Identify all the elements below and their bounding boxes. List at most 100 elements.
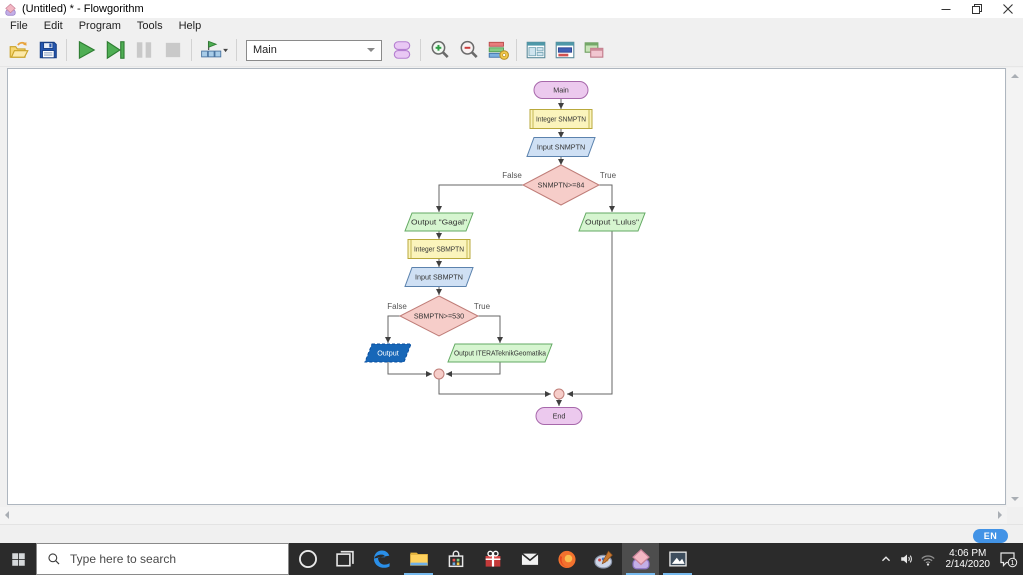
network-wifi-icon[interactable]: [918, 543, 939, 575]
language-badge[interactable]: EN: [973, 529, 1008, 543]
flow-edge[interactable]: [439, 185, 523, 212]
stop-icon: [162, 39, 184, 61]
node-label: Output ITERATeknikGeomatika: [454, 349, 546, 358]
minimize-button[interactable]: [930, 0, 961, 18]
screen: (Untitled) * - Flowgorithm FileEditProgr…: [0, 0, 1023, 575]
branch-label: True: [600, 171, 617, 180]
vertical-scrollbar[interactable]: [1007, 68, 1023, 507]
menu-tools[interactable]: Tools: [129, 19, 171, 33]
branch-label: False: [387, 302, 407, 311]
add-function-button[interactable]: [387, 37, 416, 64]
scroll-down-icon[interactable]: [1011, 497, 1019, 501]
notification-center-icon[interactable]: 1: [997, 543, 1018, 575]
layout-chart-console-button[interactable]: [521, 37, 550, 64]
taskbar-photos[interactable]: [659, 543, 696, 575]
menu-edit[interactable]: Edit: [36, 19, 71, 33]
start-button[interactable]: [0, 543, 36, 575]
close-button[interactable]: [992, 0, 1023, 18]
taskbar-edge[interactable]: [363, 543, 400, 575]
volume-icon[interactable]: [897, 543, 918, 575]
window-title: (Untitled) * - Flowgorithm: [22, 3, 144, 15]
flow-edge[interactable]: [439, 379, 551, 394]
step-button[interactable]: [100, 37, 129, 64]
flow-node-input-snmptn[interactable]: Input SNMPTN: [527, 138, 595, 157]
clock-time: 4:06 PM: [946, 548, 991, 559]
save-icon: [37, 39, 59, 61]
taskbar-cortana[interactable]: [289, 543, 326, 575]
layout-console-button[interactable]: [550, 37, 579, 64]
menu-help[interactable]: Help: [171, 19, 210, 33]
flow-edge[interactable]: [477, 316, 500, 343]
menu-bar: FileEditProgramToolsHelp: [0, 18, 1023, 34]
flow-edge[interactable]: [567, 231, 612, 394]
node-label: Output "Gagal": [411, 218, 468, 227]
taskbar-store[interactable]: [437, 543, 474, 575]
node-label: End: [553, 412, 566, 421]
flow-node-output-lulus[interactable]: Output "Lulus": [579, 213, 645, 231]
store-icon: [445, 548, 467, 570]
flow-node-output-itera[interactable]: Output ITERATeknikGeomatika: [448, 344, 552, 362]
menu-program[interactable]: Program: [71, 19, 129, 33]
zoom-out-icon: [458, 39, 480, 61]
layout-windows-button[interactable]: [579, 37, 608, 64]
cortana-icon: [297, 548, 319, 570]
system-tray: 4:06 PM 2/14/2020 1: [876, 543, 1023, 575]
taskbar-file-explorer[interactable]: [400, 543, 437, 575]
zoom-out-button[interactable]: [454, 37, 483, 64]
flow-node-connector-1[interactable]: [434, 369, 444, 379]
toolbar-separator: [191, 39, 192, 61]
horizontal-scrollbar[interactable]: [0, 507, 1007, 524]
flow-edge[interactable]: [446, 362, 500, 374]
flow-node-connector-2[interactable]: [554, 389, 564, 399]
save-button[interactable]: [33, 37, 62, 64]
taskbar-search[interactable]: Type here to search: [36, 543, 289, 575]
windows-logo-icon: [11, 552, 26, 567]
zoom-in-icon: [429, 39, 451, 61]
menu-file[interactable]: File: [2, 19, 36, 33]
taskbar-paint[interactable]: [585, 543, 622, 575]
taskbar-gift[interactable]: [474, 543, 511, 575]
branch-label: False: [502, 171, 522, 180]
variable-watch-button[interactable]: [483, 37, 512, 64]
flow-node-main[interactable]: Main: [534, 82, 588, 99]
flow-edge[interactable]: [388, 316, 401, 343]
function-selector-value: Main: [253, 44, 277, 56]
node-label: Input SNMPTN: [537, 143, 585, 152]
stop-button: [158, 37, 187, 64]
scroll-right-icon[interactable]: [998, 511, 1002, 519]
layout-split-icon: [525, 39, 547, 61]
taskbar-icons: [289, 543, 696, 575]
window-controls: [930, 0, 1023, 18]
taskbar-task-view[interactable]: [326, 543, 363, 575]
flow-node-decision-snmptn[interactable]: SNMPTN>=84: [523, 165, 599, 205]
flow-node-declare-sbmptn[interactable]: Integer SBMPTN: [408, 240, 470, 259]
flow-node-output-gagal[interactable]: Output "Gagal": [405, 213, 473, 231]
flowchart-canvas[interactable]: FalseTrueFalseTrueMainInteger SNMPTNInpu…: [7, 68, 1006, 505]
clock[interactable]: 4:06 PM 2/14/2020: [939, 548, 998, 570]
search-icon: [47, 552, 61, 566]
flow-node-output-selected[interactable]: Output: [365, 344, 411, 362]
open-button[interactable]: [4, 37, 33, 64]
taskbar-mail[interactable]: [511, 543, 548, 575]
flow-node-decision-sbmptn[interactable]: SBMPTN>=530: [400, 296, 478, 336]
flow-node-declare-snmptn[interactable]: Integer SNMPTN: [530, 110, 592, 129]
flow-edge[interactable]: [388, 362, 432, 374]
tray-chevron-up-icon[interactable]: [876, 543, 897, 575]
function-selector[interactable]: Main: [246, 40, 382, 61]
toolbar: Main: [0, 34, 1023, 67]
file-explorer-icon: [408, 548, 430, 570]
edge-icon: [371, 548, 393, 570]
scroll-left-icon[interactable]: [5, 511, 9, 519]
flow-node-end[interactable]: End: [536, 408, 582, 425]
taskbar-flowgorithm[interactable]: [622, 543, 659, 575]
scroll-up-icon[interactable]: [1011, 74, 1019, 78]
search-placeholder: Type here to search: [70, 552, 176, 566]
node-label: Integer SBMPTN: [414, 245, 464, 254]
run-button[interactable]: [71, 37, 100, 64]
restore-button[interactable]: [961, 0, 992, 18]
flow-node-input-sbmptn[interactable]: Input SBMPTN: [405, 268, 473, 287]
taskbar-firefox[interactable]: [548, 543, 585, 575]
zoom-in-button[interactable]: [425, 37, 454, 64]
flow-edge[interactable]: [599, 185, 612, 212]
run-to-cursor-button[interactable]: [196, 37, 232, 64]
